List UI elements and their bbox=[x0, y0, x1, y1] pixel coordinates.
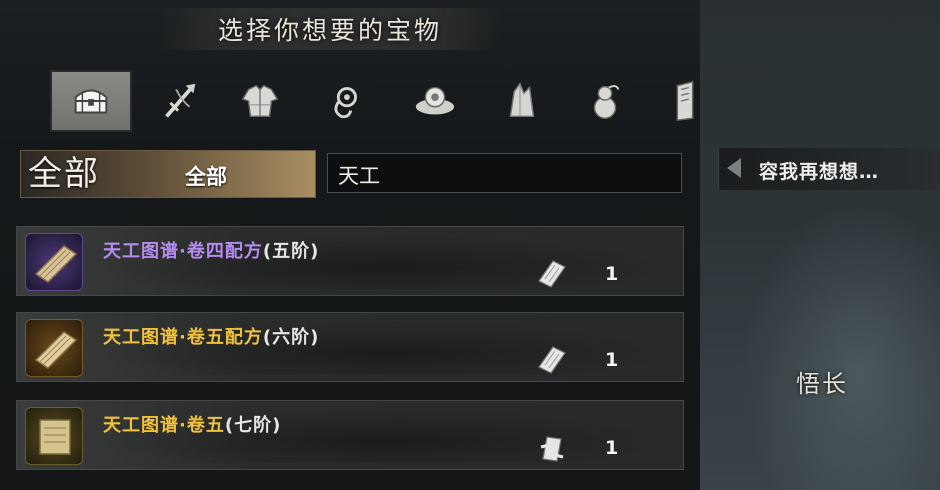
manual-scroll-icon bbox=[25, 407, 83, 465]
cancel-button[interactable]: 容我再想想… bbox=[718, 148, 940, 190]
category-label: 全部 bbox=[28, 154, 100, 194]
category-selected-value[interactable]: 全部 bbox=[185, 161, 227, 191]
item-quantity: 1 bbox=[605, 263, 619, 285]
cancel-label: 容我再想想… bbox=[759, 161, 880, 183]
recipe-scroll-icon bbox=[25, 233, 83, 291]
weapon-icon bbox=[165, 83, 196, 118]
list-item[interactable]: 天工图谱·卷四配方(五阶) 1 bbox=[16, 226, 684, 296]
tab-treasure[interactable] bbox=[50, 70, 132, 132]
item-name: 天工图谱·卷五配方(六阶) bbox=[103, 327, 320, 348]
list-item[interactable]: 天工图谱·卷五(七阶) 1 bbox=[16, 400, 684, 470]
book-item-icon bbox=[540, 436, 564, 462]
item-quantity: 1 bbox=[605, 349, 619, 371]
book-icon bbox=[676, 80, 694, 121]
scroll-icon bbox=[538, 260, 566, 288]
scene-fog bbox=[740, 200, 940, 490]
accessory-icon bbox=[334, 87, 357, 119]
orb-icon bbox=[415, 86, 455, 115]
page-title: 选择你想要的宝物 bbox=[160, 8, 500, 50]
gourd-icon bbox=[593, 85, 620, 119]
tab-gourd[interactable] bbox=[565, 70, 645, 132]
item-name: 天工图谱·卷四配方(五阶) bbox=[103, 241, 320, 262]
character-label: 悟长 bbox=[796, 370, 848, 398]
tab-crystal[interactable] bbox=[480, 70, 560, 132]
item-name: 天工图谱·卷五(七阶) bbox=[103, 415, 282, 436]
tab-book[interactable] bbox=[645, 70, 725, 132]
recipe-scroll-icon bbox=[25, 319, 83, 377]
tab-weapon[interactable] bbox=[140, 70, 220, 132]
search-input[interactable]: 天工 bbox=[327, 153, 682, 193]
item-quantity: 1 bbox=[605, 437, 619, 459]
crystal-icon bbox=[509, 82, 535, 118]
armor-icon bbox=[241, 84, 279, 118]
list-item[interactable]: 天工图谱·卷五配方(六阶) 1 bbox=[16, 312, 684, 382]
scroll-icon bbox=[538, 346, 566, 374]
scene-background bbox=[700, 0, 940, 490]
tab-armor[interactable] bbox=[220, 70, 300, 132]
tab-orb[interactable] bbox=[395, 70, 475, 132]
tab-accessory[interactable] bbox=[305, 70, 385, 132]
chevron-left-icon bbox=[727, 158, 741, 178]
treasure-chest-icon bbox=[74, 89, 108, 114]
